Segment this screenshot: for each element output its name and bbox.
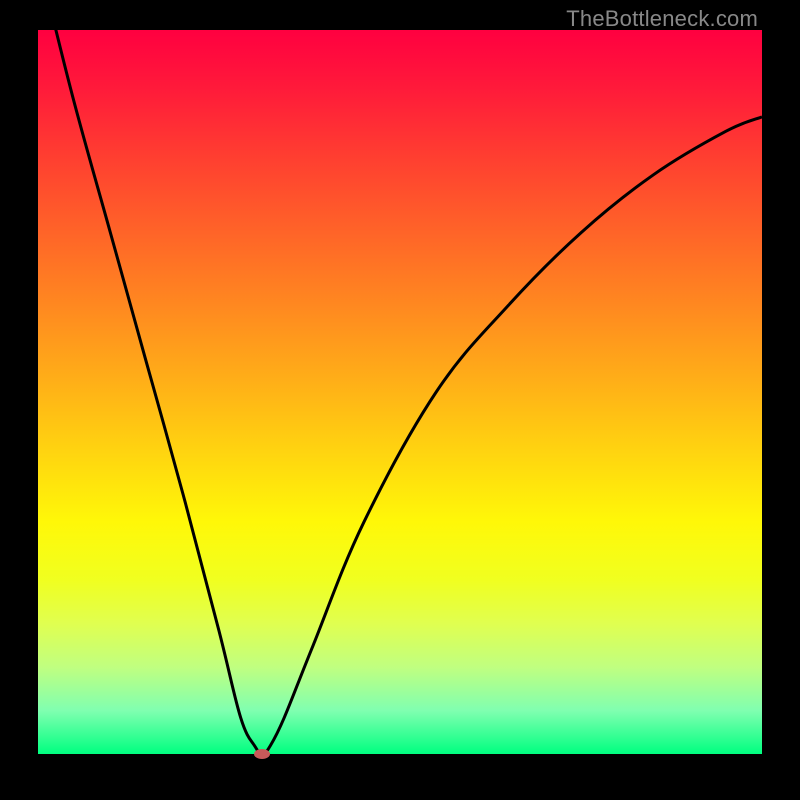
plot-area xyxy=(38,30,762,754)
optimal-point-marker xyxy=(254,749,270,759)
chart-container: TheBottleneck.com xyxy=(0,0,800,800)
watermark-text: TheBottleneck.com xyxy=(566,6,758,32)
bottleneck-curve xyxy=(38,30,762,754)
